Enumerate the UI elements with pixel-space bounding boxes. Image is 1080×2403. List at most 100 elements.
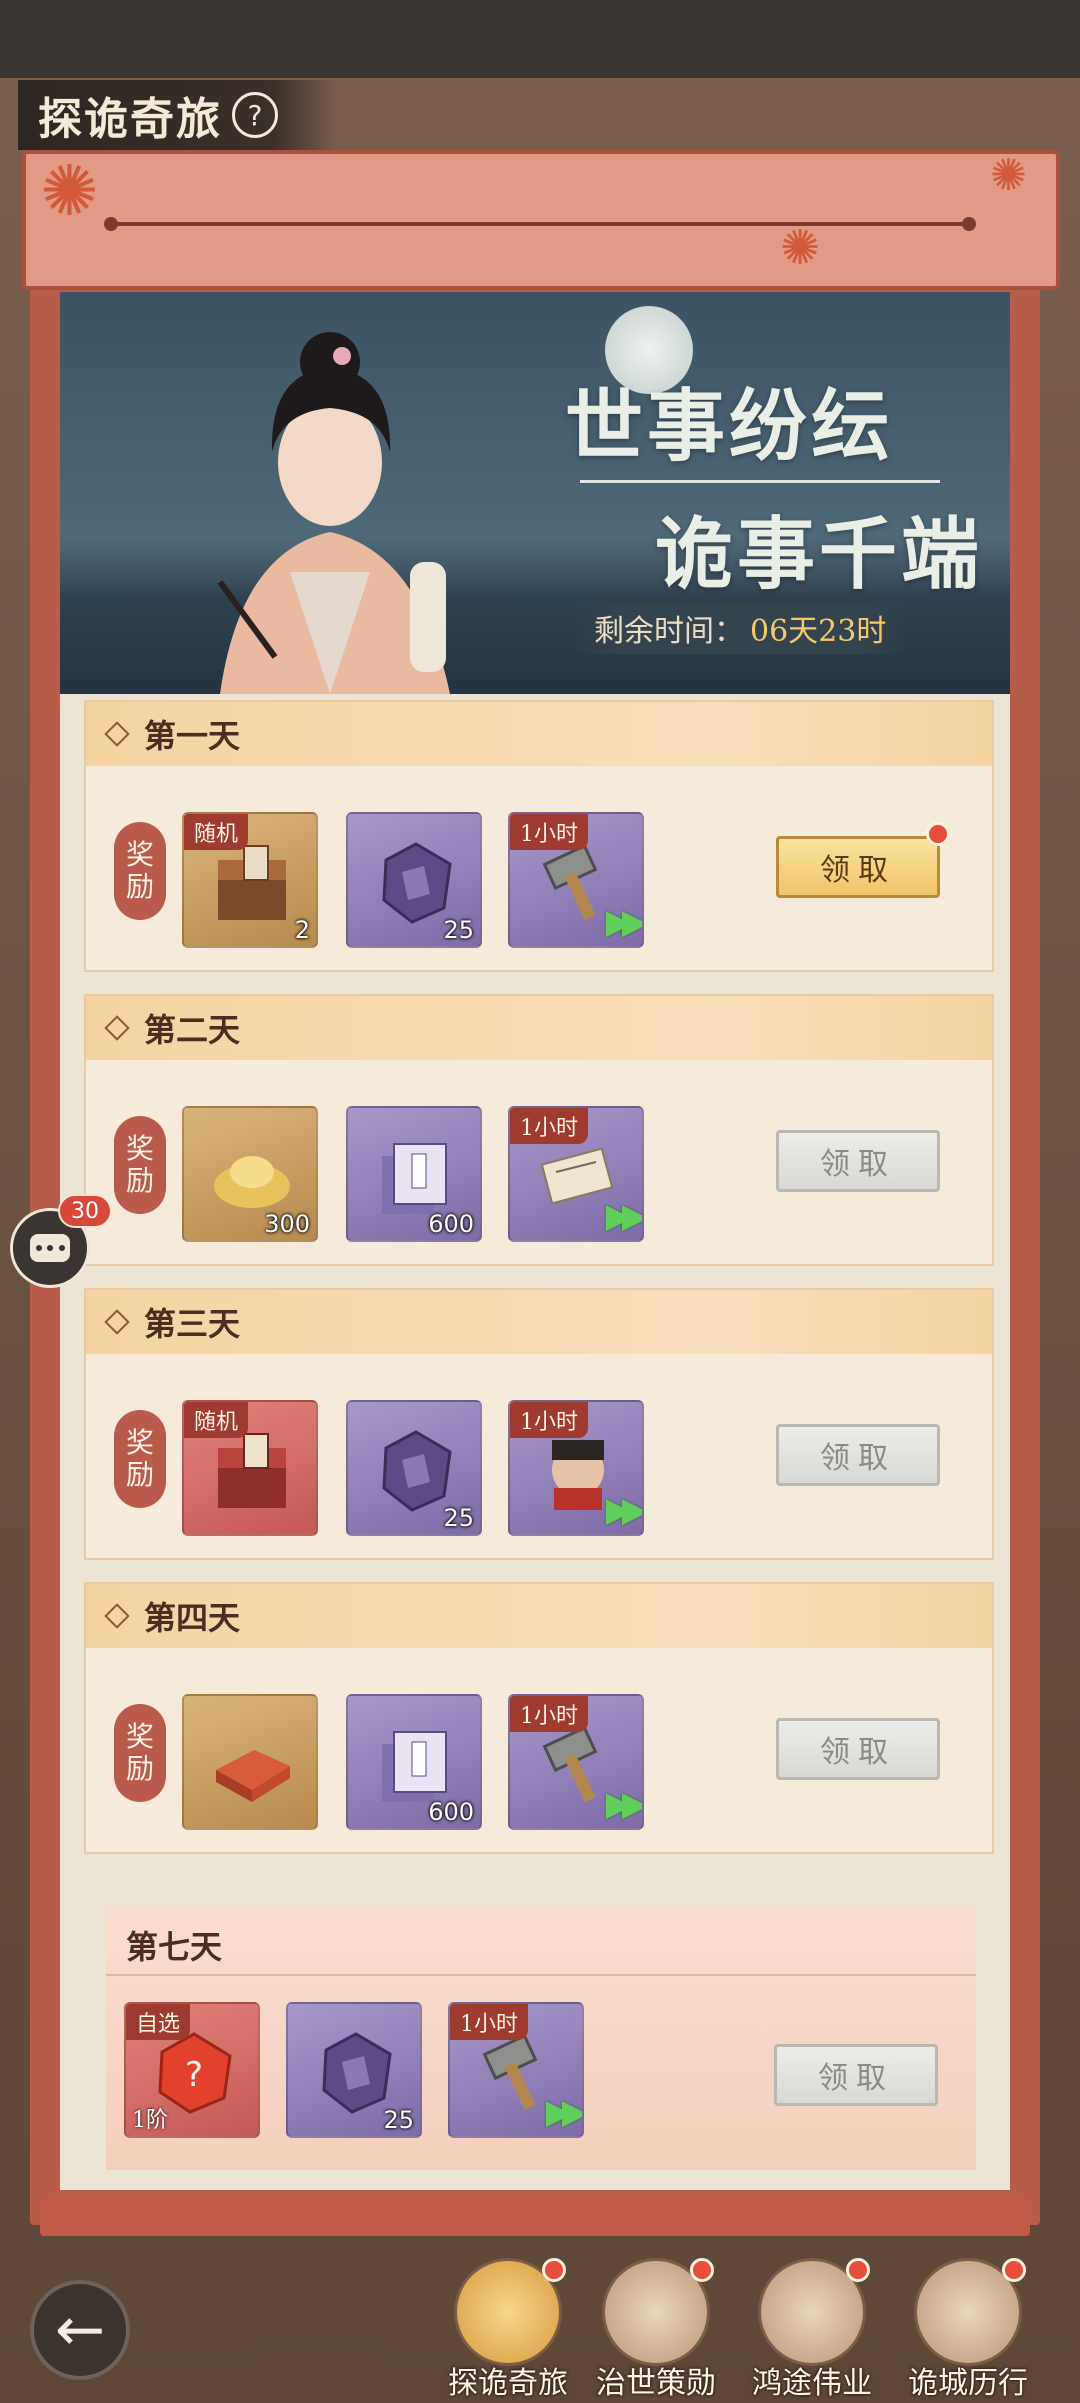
claim-button[interactable]: 领取: [776, 1424, 940, 1486]
day-title: 第二天: [144, 1011, 241, 1049]
day-title: 第一天: [144, 717, 241, 755]
reward-item[interactable]: 25: [346, 1400, 482, 1536]
scroll-rod: [104, 217, 976, 231]
day-card: 第二天奖励 300 600 1小时 ▶▶ 领取: [84, 994, 994, 1266]
treasure-chest-icon: [218, 845, 286, 920]
reward-item[interactable]: 1小时 ▶▶: [508, 1694, 644, 1830]
reward-label-char: 励: [125, 1164, 154, 1197]
item-quantity: 600: [428, 1798, 474, 1826]
day-title: 第四天: [144, 1599, 241, 1637]
day-title: 第三天: [144, 1305, 241, 1343]
claim-button[interactable]: 领取: [776, 836, 940, 898]
back-arrow-button[interactable]: ←: [30, 2280, 130, 2380]
scroll-top-roll: [22, 150, 1060, 290]
reward-label-char: 奖: [125, 1425, 154, 1459]
reward-item[interactable]: [182, 1694, 318, 1830]
countdown-value: 06天23时: [750, 614, 887, 649]
slogan-line-1: 世事纷纭: [565, 381, 894, 472]
reward-item[interactable]: 600: [346, 1106, 482, 1242]
diamond-icon: [104, 1015, 130, 1041]
day-card: 第一天奖励随机 2 25 1小时 ▶▶ 领取: [84, 700, 994, 972]
red-chest-icon: [218, 1433, 286, 1508]
purple-ore-icon: [382, 842, 452, 924]
reward-label: 奖励: [114, 1704, 166, 1802]
reward-item[interactable]: 随机: [182, 1400, 318, 1536]
purple-ore-icon: [322, 2032, 392, 2114]
claim-button[interactable]: 领取: [774, 2044, 938, 2106]
item-quantity: 25: [443, 1504, 474, 1532]
claim-button[interactable]: 领取: [776, 1130, 940, 1192]
scroll-bottom-roll: [40, 2196, 1030, 2236]
notification-dot: [542, 2258, 566, 2282]
nav-tab-label: 诡城历行: [908, 2366, 1028, 2401]
chat-icon: [30, 1234, 70, 1262]
maple-leaf-icon: ✺: [990, 150, 1027, 201]
help-icon[interactable]: ?: [232, 92, 278, 138]
day-card-header: 第二天: [86, 996, 992, 1060]
day-card-header: 第一天: [86, 702, 992, 766]
nav-tab[interactable]: 鸿途伟业: [742, 2258, 882, 2401]
nav-tab-label: 探诡奇旅: [448, 2366, 568, 2401]
item-quantity: 300: [264, 1210, 310, 1238]
event-banner: 世事纷纭 诡事千端 剩余时间： 06天23时: [60, 292, 1010, 694]
diamond-icon: [104, 1603, 130, 1629]
lady-character-illustration: [217, 332, 450, 694]
item-quantity: 2: [294, 916, 310, 944]
notification-dot: [846, 2258, 870, 2282]
notification-dot: [1002, 2258, 1026, 2282]
nav-tab[interactable]: 治世策勋: [586, 2258, 726, 2401]
divider: [106, 1974, 976, 1976]
reward-item[interactable]: 25: [346, 812, 482, 948]
reward-item[interactable]: 1小时 ▶▶: [508, 1400, 644, 1536]
reward-label: 奖励: [114, 822, 166, 920]
item-quantity: 600: [428, 1210, 474, 1238]
item-corner-tag: 自选: [126, 2004, 191, 2040]
day-title: 第七天: [126, 1928, 223, 1966]
item-corner-tag: 随机: [184, 814, 249, 850]
speedup-arrows-icon: ▶▶: [605, 1784, 642, 1824]
book-stack-icon: [382, 1731, 447, 1802]
countdown: 剩余时间： 06天23时: [570, 602, 911, 654]
reward-label-char: 励: [125, 1752, 154, 1785]
reward-item[interactable]: 随机 2: [182, 812, 318, 948]
notification-dot: [690, 2258, 714, 2282]
reward-item[interactable]: 25: [286, 2002, 422, 2138]
item-corner-tag: 1小时: [510, 1696, 588, 1732]
day7-card: 第七天 ? 自选 1阶 25 1小时 ▶▶ 领取: [106, 1906, 976, 2170]
nav-tab[interactable]: 诡城历行: [898, 2258, 1038, 2401]
reward-label: 奖励: [114, 1116, 166, 1214]
red-brick-icon: [216, 1750, 290, 1802]
speedup-arrows-icon: ▶▶: [605, 902, 642, 942]
reward-label-char: 奖: [125, 1719, 154, 1753]
purple-ore-icon: [382, 1430, 452, 1512]
reward-item[interactable]: 1小时 ▶▶: [448, 2002, 584, 2138]
day-card-header: 第三天: [86, 1290, 992, 1354]
notification-dot: [926, 822, 950, 846]
item-quantity: 25: [443, 916, 474, 944]
book-stack-icon: [382, 1143, 447, 1214]
reward-label-char: 奖: [125, 1131, 154, 1165]
reward-item[interactable]: 1小时 ▶▶: [508, 1106, 644, 1242]
maple-leaf-icon: ✺: [780, 220, 821, 276]
reward-label: 奖励: [114, 1410, 166, 1508]
reward-item[interactable]: ? 自选 1阶: [124, 2002, 260, 2138]
item-level: 1阶: [132, 2108, 168, 2133]
gold-ingot-icon: [214, 1156, 290, 1208]
nav-tab-label: 鸿途伟业: [752, 2366, 872, 2401]
nav-tab[interactable]: 探诡奇旅: [438, 2258, 578, 2401]
page-title: 探诡奇旅: [38, 94, 222, 145]
page-title-bar: 探诡奇旅 ?: [18, 80, 338, 150]
item-quantity: 25: [383, 2106, 414, 2134]
svg-text:?: ?: [185, 2055, 203, 2095]
diamond-icon: [104, 721, 130, 747]
claim-button[interactable]: 领取: [776, 1718, 940, 1780]
speedup-arrows-icon: ▶▶: [545, 2092, 582, 2132]
reward-item[interactable]: 600: [346, 1694, 482, 1830]
speedup-arrows-icon: ▶▶: [605, 1490, 642, 1530]
reward-item[interactable]: 300: [182, 1106, 318, 1242]
reward-label-char: 奖: [125, 837, 154, 871]
reward-item[interactable]: 1小时 ▶▶: [508, 812, 644, 948]
item-corner-tag: 1小时: [510, 814, 588, 850]
item-corner-tag: 1小时: [510, 1108, 588, 1144]
slogan-divider: [580, 480, 940, 483]
